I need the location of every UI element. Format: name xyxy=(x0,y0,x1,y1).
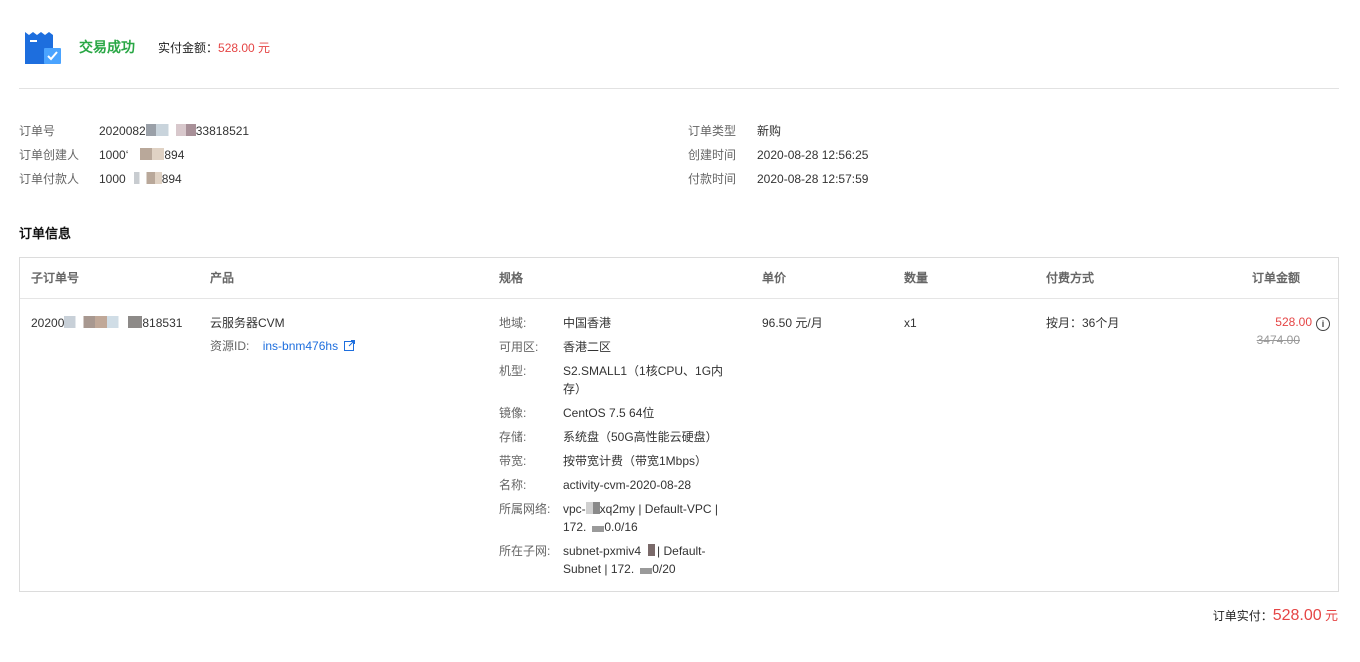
created-time-value: 2020-08-28 12:56:25 xyxy=(757,148,869,162)
order-type-row: 订单类型 新购 xyxy=(688,123,1088,139)
spec-label: 名称: xyxy=(499,478,527,492)
spec-value: CentOS 7.5 64位 xyxy=(563,406,655,420)
order-number-row: 订单号 2020082 33818521 xyxy=(19,123,619,139)
resource-id-link[interactable]: ins-bnm476hs xyxy=(263,339,338,353)
spec-value: 中国香港 xyxy=(563,316,612,330)
paid-time-label: 付款时间 xyxy=(688,172,737,186)
redacted-mosaic xyxy=(592,526,605,532)
order-number-value: 2020082 33818521 xyxy=(99,123,249,139)
external-link-icon[interactable] xyxy=(344,339,356,355)
order-number-label: 订单号 xyxy=(19,124,56,138)
creator-part: 1000‘ xyxy=(99,148,129,162)
paid-amount-label: 实付金额： xyxy=(158,41,219,55)
spec-label: 机型: xyxy=(499,364,527,378)
spec-value: 按带宽计费（带宽1Mbps） xyxy=(563,454,708,468)
order-status: 交易成功 xyxy=(79,39,135,55)
total-unit: 元 xyxy=(1324,608,1338,623)
product-name: 云服务器CVM xyxy=(210,316,285,330)
paid-time-row: 付款时间 2020-08-28 12:57:59 xyxy=(688,171,1088,187)
creator-value: 1000‘ 894 xyxy=(99,147,184,163)
total-label: 订单实付： xyxy=(1212,609,1273,623)
col-spec: 规格 xyxy=(499,271,524,285)
quantity: x1 xyxy=(904,316,917,330)
order-type-label: 订单类型 xyxy=(688,124,737,138)
spec-label: 存储: xyxy=(499,430,527,444)
redacted-mosaic xyxy=(64,316,143,328)
col-billing: 付费方式 xyxy=(1046,271,1095,285)
col-unit-price: 单价 xyxy=(762,271,787,285)
spec-label: 所在子网: xyxy=(499,544,551,558)
subnet-part: subnet-pxmiv4 xyxy=(563,544,642,558)
payer-row: 订单付款人 1000 894 xyxy=(19,171,619,187)
creator-row: 订单创建人 1000‘ 894 xyxy=(19,147,619,163)
resource-id-row: 资源ID: ins-bnm476hs xyxy=(210,338,356,355)
col-sub-order: 子订单号 xyxy=(31,271,80,285)
receipt-check-icon xyxy=(24,31,62,65)
resource-id-label: 资源ID: xyxy=(210,339,250,353)
order-table: 子订单号 产品 规格 单价 数量 付费方式 订单金额 20200 818531 云… xyxy=(19,257,1339,592)
payer-label: 订单付款人 xyxy=(19,172,80,186)
sub-order-number: 20200 818531 xyxy=(31,315,182,331)
payer-part: 894 xyxy=(161,172,182,186)
col-amount: 订单金额 xyxy=(1251,271,1300,285)
order-number-part: 33818521 xyxy=(195,124,250,138)
sub-order-part: 818531 xyxy=(142,316,183,330)
spec-value: 香港二区 xyxy=(563,340,612,354)
order-number-part: 2020082 xyxy=(99,124,146,138)
creator-label: 订单创建人 xyxy=(19,148,80,162)
sub-order-part: 20200 xyxy=(31,316,65,330)
network-value: vpc-xq2my | Default-VPC | 172. 0.0/16 xyxy=(563,500,738,536)
order-type-value: 新购 xyxy=(757,124,782,138)
order-total: 订单实付：528.00 元 xyxy=(1213,606,1338,626)
col-product: 产品 xyxy=(210,271,235,285)
spec-value: 系统盘（50G高性能云硬盘） xyxy=(563,430,718,444)
spec-label: 地域: xyxy=(499,316,527,330)
created-time-label: 创建时间 xyxy=(688,148,737,162)
network-part: 0.0/16 xyxy=(604,520,638,534)
redacted-mosaic xyxy=(643,544,656,556)
total-value: 528.00 xyxy=(1272,607,1322,624)
spec-value: activity-cvm-2020-08-28 xyxy=(563,478,692,492)
redacted-mosaic xyxy=(140,148,165,160)
header-divider xyxy=(19,88,1339,89)
network-part: vpc- xyxy=(563,502,586,516)
redacted-mosaic xyxy=(585,502,600,514)
original-amount: 3474.00 xyxy=(1256,333,1300,347)
spec-label: 可用区: xyxy=(499,340,539,354)
created-time-row: 创建时间 2020-08-28 12:56:25 xyxy=(688,147,1088,163)
section-title: 订单信息 xyxy=(19,226,72,241)
spec-label: 所属网络: xyxy=(499,502,551,516)
creator-part: 894 xyxy=(164,148,185,162)
table-header: 子订单号 产品 规格 单价 数量 付费方式 订单金额 xyxy=(20,258,1338,299)
spec-label: 带宽: xyxy=(499,454,527,468)
payer-part: 1000 xyxy=(99,172,126,186)
redacted-mosaic xyxy=(145,124,196,136)
subnet-value: subnet-pxmiv4 | Default-Subnet | 172. 0/20 xyxy=(563,542,738,578)
amount-cell: 528.00 i xyxy=(1275,314,1330,331)
unit-price: 96.50 元/月 xyxy=(762,316,823,330)
paid-amount: 实付金额：528.00 元 xyxy=(158,40,270,56)
redacted-mosaic xyxy=(133,172,162,184)
billing-method: 按月：36个月 xyxy=(1046,316,1120,330)
redacted-mosaic xyxy=(640,568,653,574)
payer-value: 1000 894 xyxy=(99,171,182,187)
order-amount: 528.00 xyxy=(1275,315,1312,329)
paid-amount-value: 528.00 元 xyxy=(218,41,271,55)
subnet-part: 0/20 xyxy=(652,562,676,576)
info-icon[interactable]: i xyxy=(1316,317,1330,331)
spec-label: 镜像: xyxy=(499,406,527,420)
spec-value: S2.SMALL1（1核CPU、1G内存） xyxy=(563,364,724,396)
col-quantity: 数量 xyxy=(904,271,929,285)
paid-time-value: 2020-08-28 12:57:59 xyxy=(757,172,869,186)
